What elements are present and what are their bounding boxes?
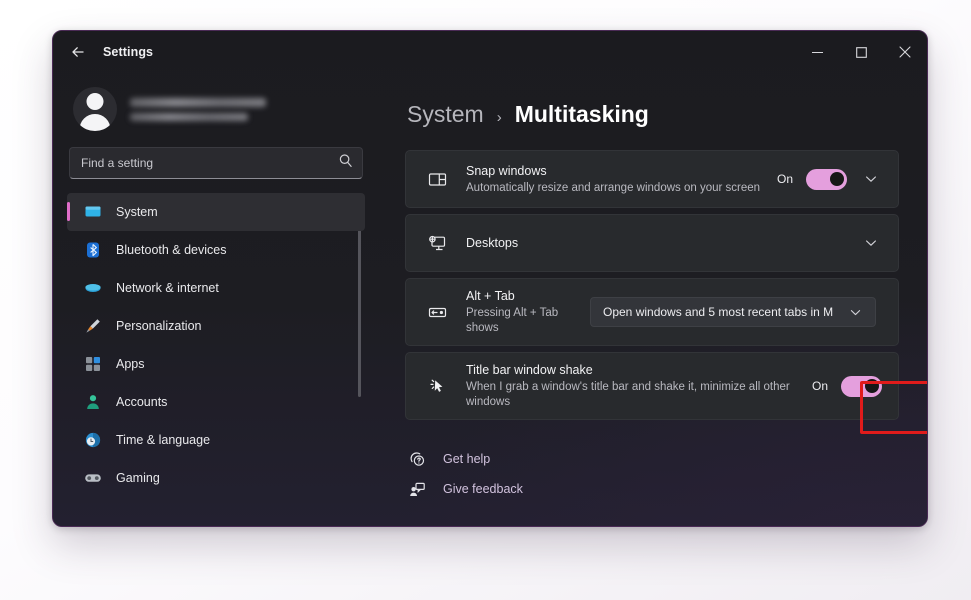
back-button[interactable] (61, 37, 95, 67)
link-label: Give feedback (443, 482, 523, 496)
gamepad-icon (83, 469, 102, 488)
sidebar-item-gaming[interactable]: Gaming (67, 459, 365, 497)
sidebar-item-label: Time & language (116, 433, 210, 447)
setting-title: Alt + Tab (466, 288, 590, 305)
setting-title: Desktops (466, 235, 860, 252)
breadcrumb-parent[interactable]: System (407, 101, 484, 128)
account-person-icon (83, 393, 102, 412)
sidebar-item-label: Accounts (116, 395, 167, 409)
setting-description: When I grab a window's title bar and sha… (466, 380, 812, 410)
search-input[interactable] (70, 148, 362, 178)
sidebar-item-label: Bluetooth & devices (116, 243, 227, 257)
title-bar: Settings (53, 31, 927, 73)
get-help-link[interactable]: Get help (407, 444, 899, 474)
maximize-button[interactable] (839, 31, 883, 73)
dropdown-value: Open windows and 5 most recent tabs in M (603, 305, 833, 319)
toggle-knob (830, 172, 844, 186)
monitor-icon (83, 203, 102, 222)
alt-tab-dropdown[interactable]: Open windows and 5 most recent tabs in M (590, 297, 876, 327)
snap-windows-toggle[interactable] (806, 169, 847, 190)
sidebar-item-personalization[interactable]: Personalization (67, 307, 365, 345)
link-label: Get help (443, 452, 490, 466)
toggle-knob (865, 379, 879, 393)
chevron-down-icon (844, 301, 866, 323)
sidebar-item-network-internet[interactable]: Network & internet (67, 269, 365, 307)
settings-window: Settings (52, 30, 928, 527)
network-icon (83, 279, 102, 298)
window-title: Settings (103, 45, 153, 59)
person-avatar-icon (87, 93, 104, 110)
toggle-state-label: On (812, 379, 828, 393)
bluetooth-icon (83, 241, 102, 260)
page-title: Multitasking (515, 101, 649, 128)
account-block[interactable] (67, 73, 365, 141)
sidebar-item-apps[interactable]: Apps (67, 345, 365, 383)
sidebar-item-label: Apps (116, 357, 145, 371)
main-content: System › Multitasking Snap windows Autom… (375, 73, 927, 526)
sidebar-item-system[interactable]: System (67, 193, 365, 231)
close-button[interactable] (883, 31, 927, 73)
sidebar-item-bluetooth-devices[interactable]: Bluetooth & devices (67, 231, 365, 269)
search-icon (338, 153, 353, 173)
setting-description: Automatically resize and arrange windows… (466, 181, 777, 196)
alt-tab-icon (424, 303, 450, 322)
setting-title: Title bar window shake (466, 362, 812, 379)
setting-card-desktops[interactable]: Desktops (405, 214, 899, 272)
card-text: Title bar window shake When I grab a win… (466, 353, 812, 419)
back-arrow-icon (70, 44, 86, 60)
sidebar-item-accounts[interactable]: Accounts (67, 383, 365, 421)
sidebar-item-label: Personalization (116, 319, 201, 333)
account-text (130, 98, 266, 121)
paintbrush-icon (83, 317, 102, 336)
card-controls: On (812, 376, 882, 397)
setting-card-alt-tab[interactable]: Alt + Tab Pressing Alt + Tab shows Open … (405, 278, 899, 346)
setting-title: Snap windows (466, 163, 777, 180)
setting-card-snap-windows[interactable]: Snap windows Automatically resize and ar… (405, 150, 899, 208)
setting-card-title-bar-window-shake[interactable]: Title bar window shake When I grab a win… (405, 352, 899, 420)
card-text: Alt + Tab Pressing Alt + Tab shows (466, 279, 590, 345)
card-controls (860, 232, 882, 254)
help-question-icon (407, 451, 427, 468)
window-controls (795, 31, 927, 73)
snap-layout-icon (424, 170, 450, 189)
avatar-body (80, 114, 111, 131)
chevron-down-icon[interactable] (860, 168, 882, 190)
desktops-icon (424, 234, 450, 253)
account-email-redacted (130, 113, 248, 121)
sidebar: System Bluetooth & devices (53, 73, 375, 526)
card-controls: On (777, 168, 882, 190)
minimize-button[interactable] (795, 31, 839, 73)
close-icon (899, 46, 911, 58)
breadcrumb: System › Multitasking (405, 101, 899, 128)
avatar (73, 87, 117, 131)
sidebar-item-label: System (116, 205, 158, 219)
maximize-icon (856, 47, 867, 58)
card-text: Snap windows Automatically resize and ar… (466, 154, 777, 205)
toggle-state-label: On (777, 172, 793, 186)
breadcrumb-separator-icon: › (497, 109, 502, 126)
cursor-shake-icon (424, 377, 450, 396)
card-text: Desktops (466, 226, 860, 261)
sidebar-nav: System Bluetooth & devices (67, 193, 365, 497)
footer-links: Get help Give feedback (405, 444, 899, 504)
sidebar-item-label: Network & internet (116, 281, 219, 295)
feedback-icon (407, 481, 427, 498)
sidebar-item-time-language[interactable]: Time & language (67, 421, 365, 459)
search-box[interactable] (69, 147, 363, 179)
give-feedback-link[interactable]: Give feedback (407, 474, 899, 504)
clock-globe-icon (83, 431, 102, 450)
account-name-redacted (130, 98, 266, 107)
apps-grid-icon (83, 355, 102, 374)
setting-description: Pressing Alt + Tab shows (466, 306, 590, 336)
minimize-icon (812, 47, 823, 58)
sidebar-item-label: Gaming (116, 471, 160, 485)
chevron-down-icon[interactable] (860, 232, 882, 254)
title-bar-shake-toggle[interactable] (841, 376, 882, 397)
card-controls: Open windows and 5 most recent tabs in M (590, 297, 882, 327)
screenshot-root: Settings (0, 0, 971, 600)
